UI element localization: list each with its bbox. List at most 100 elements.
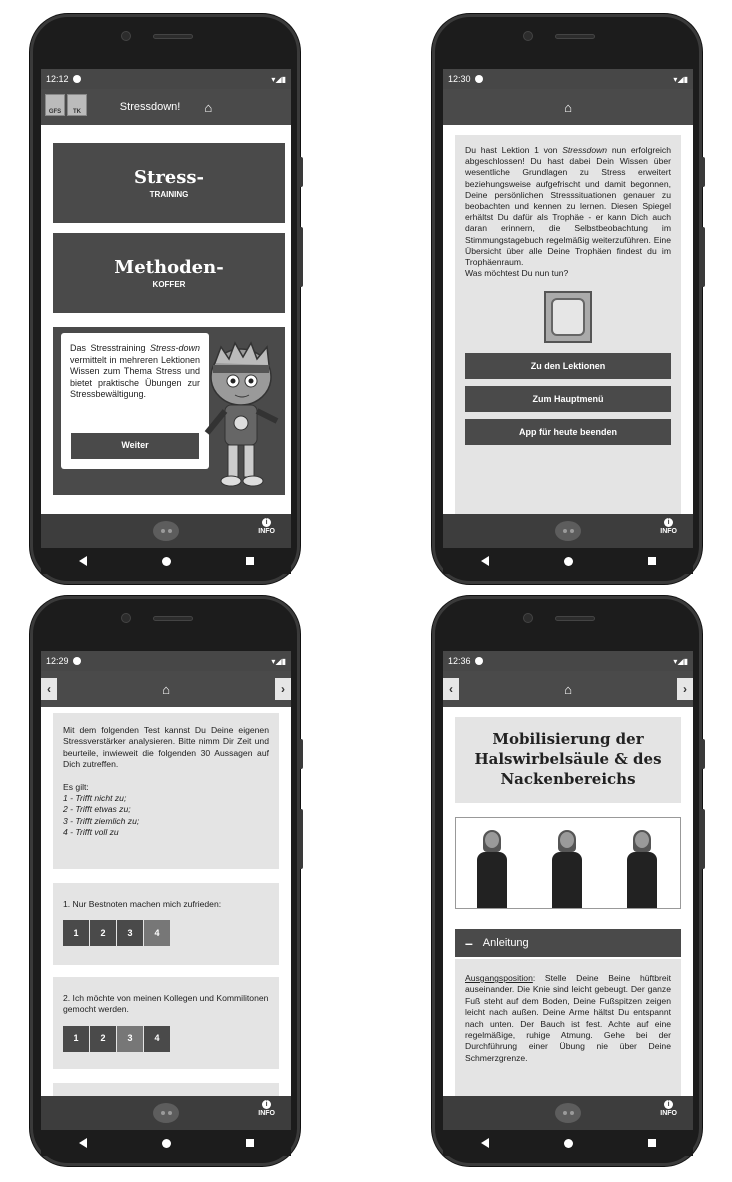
back-icon[interactable] (480, 556, 489, 566)
side-button (701, 227, 705, 287)
exercise-photo-person (548, 828, 588, 908)
home-icon[interactable]: ⌂ (204, 100, 212, 115)
scale-legend-4: 4 - Trifft voll zu (63, 827, 119, 838)
screen: 12:36 ▾◢▮ ‹ ⌂ › Mobilisierung der Halswi… (443, 651, 693, 1156)
exercise-photos (455, 817, 681, 909)
option-1[interactable]: 1 (63, 920, 89, 947)
status-time: 12:30 (448, 74, 471, 84)
tile-subtitle: KOFFER (152, 280, 186, 289)
app-bar: GFS TK Stressdown! ⌂ (41, 89, 291, 125)
info-icon: i (664, 1100, 674, 1109)
home-icon[interactable]: ⌂ (162, 682, 170, 697)
option-3[interactable]: 3 (117, 1025, 143, 1052)
back-icon[interactable] (78, 556, 87, 566)
lesson-complete-panel: Du hast Lektion 1 von Stressdown nun erf… (455, 135, 681, 516)
tile-subtitle: TRAINING (149, 190, 189, 199)
mascot-icon[interactable] (555, 1103, 581, 1123)
option-2[interactable]: 2 (90, 1025, 116, 1052)
collapse-icon: – (465, 935, 473, 951)
speaker-grille (555, 34, 595, 39)
recent-apps-icon[interactable] (245, 1139, 254, 1147)
option-3[interactable]: 3 (117, 920, 143, 947)
stress-training-tile[interactable]: Stress- TRAINING (53, 143, 285, 223)
notification-icon (72, 657, 81, 665)
recent-apps-icon[interactable] (647, 557, 656, 565)
android-navbar (41, 548, 291, 574)
mascot-icon[interactable] (555, 521, 581, 541)
side-button (701, 157, 705, 187)
exercise-title: Mobilisierung der Halswirbelsäule & des … (455, 717, 681, 803)
mascot-icon[interactable] (153, 521, 179, 541)
prev-arrow-icon[interactable]: ‹ (443, 678, 459, 700)
instruction-heading: Ausgangsposition (465, 973, 533, 983)
info-icon: i (262, 1100, 272, 1109)
logos: GFS TK (45, 94, 87, 116)
weiter-button[interactable]: Weiter (71, 433, 199, 459)
side-button (299, 157, 303, 187)
camera-dot (121, 613, 131, 623)
anleitung-header[interactable]: – Anleitung (455, 929, 681, 957)
main-content: Du hast Lektion 1 von Stressdown nun erf… (443, 125, 693, 516)
system-icons: ▾◢▮ (673, 656, 688, 666)
back-icon[interactable] (480, 1138, 489, 1148)
tile-title: Methoden- (114, 257, 224, 278)
tile-title: Stress- (134, 167, 204, 188)
notification-icon (474, 75, 483, 83)
prev-arrow-icon[interactable]: ‹ (41, 678, 57, 700)
info-button[interactable]: i INFO (258, 518, 275, 535)
tk-logo: TK (67, 94, 87, 116)
methoden-koffer-tile[interactable]: Methoden- KOFFER (53, 233, 285, 313)
option-2[interactable]: 2 (90, 920, 116, 947)
side-button (299, 227, 303, 287)
home-icon[interactable]: ⌂ (564, 682, 572, 697)
home-icon[interactable]: ⌂ (564, 100, 572, 115)
screen: 12:29 ▾◢▮ ‹ ⌂ › Mit dem folgenden Test k… (41, 651, 291, 1156)
app-bar: ⌂ (443, 89, 693, 125)
bubble-text: Das Stresstraining (70, 343, 150, 353)
question-card: 1. Nur Bestnoten machen mich zufrieden: … (53, 883, 279, 965)
phone-1: 12:12 ▾◢▮ GFS TK Stressdown! ⌂ Stress- T… (30, 14, 303, 584)
recent-apps-icon[interactable] (647, 1139, 656, 1147)
home-circle-icon[interactable] (161, 1138, 171, 1148)
mascot-icon[interactable] (153, 1103, 179, 1123)
home-circle-icon[interactable] (563, 1138, 573, 1148)
scale-legend-1: 1 - Trifft nicht zu; (63, 793, 127, 804)
info-button[interactable]: i INFO (258, 1100, 275, 1117)
answer-scale: 1 2 3 4 (63, 920, 269, 947)
main-menu-button[interactable]: Zum Hauptmenü (465, 386, 671, 413)
option-4[interactable]: 4 (144, 1025, 170, 1052)
main-content: Mobilisierung der Halswirbelsäule & des … (443, 707, 693, 1098)
lessons-button[interactable]: Zu den Lektionen (465, 353, 671, 380)
android-navbar (443, 1130, 693, 1156)
app-title: Stressdown! (119, 101, 181, 113)
quit-app-button[interactable]: App für heute beenden (465, 419, 671, 446)
intro-text: Mit dem folgenden Test kannst Du Deine e… (63, 725, 269, 770)
option-4[interactable]: 4 (144, 920, 170, 947)
app-bar: ‹ ⌂ › (443, 671, 693, 707)
info-label: INFO (258, 528, 275, 535)
recent-apps-icon[interactable] (245, 557, 254, 565)
phone-2: 12:30 ▾◢▮ ⌂ Du hast Lektion 1 von Stress… (432, 14, 705, 584)
option-1[interactable]: 1 (63, 1025, 89, 1052)
info-label: INFO (258, 1110, 275, 1117)
scale-legend-2: 2 - Trifft etwas zu; (63, 804, 131, 815)
answer-scale: 1 2 3 4 (63, 1025, 269, 1052)
status-time: 12:29 (46, 656, 69, 666)
side-button (299, 809, 303, 869)
next-arrow-icon[interactable]: › (275, 678, 291, 700)
home-circle-icon[interactable] (563, 556, 573, 566)
info-button[interactable]: i INFO (660, 1100, 677, 1117)
android-navbar (41, 1130, 291, 1156)
next-arrow-icon[interactable]: › (677, 678, 693, 700)
phone-4: 12:36 ▾◢▮ ‹ ⌂ › Mobilisierung der Halswi… (432, 596, 705, 1166)
instruction-body: : Stelle Deine Beine hüftbreit auseinand… (465, 973, 671, 1063)
bottom-bar: i INFO (41, 514, 291, 548)
app-bar: ‹ ⌂ › (41, 671, 291, 707)
info-button[interactable]: i INFO (660, 518, 677, 535)
screen: 12:30 ▾◢▮ ⌂ Du hast Lektion 1 von Stress… (443, 69, 693, 574)
mirror-trophy-icon (544, 291, 592, 344)
home-circle-icon[interactable] (161, 556, 171, 566)
back-icon[interactable] (78, 1138, 87, 1148)
status-bar: 12:29 ▾◢▮ (41, 651, 291, 671)
scale-legend-3: 3 - Trifft ziemlich zu; (63, 815, 140, 826)
